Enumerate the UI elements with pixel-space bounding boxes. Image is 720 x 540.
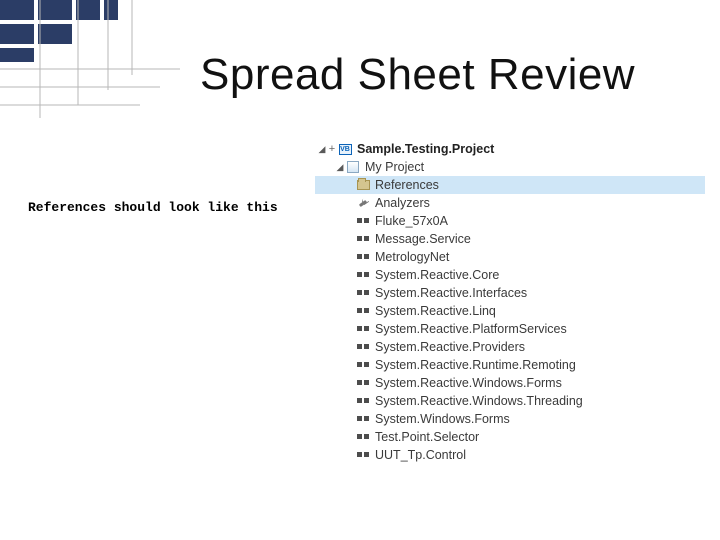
tree-reference-item[interactable]: System.Reactive.PlatformServices bbox=[315, 320, 705, 338]
reference-label: System.Reactive.Interfaces bbox=[375, 284, 527, 302]
reference-label: System.Reactive.Linq bbox=[375, 302, 496, 320]
tree-reference-item[interactable]: Test.Point.Selector bbox=[315, 428, 705, 446]
analyzers-icon bbox=[355, 197, 371, 209]
tree-project-root[interactable]: ◢ + VB Sample.Testing.Project bbox=[315, 140, 705, 158]
page-title: Spread Sheet Review bbox=[200, 50, 635, 100]
project-properties-icon bbox=[345, 161, 361, 173]
reference-label: System.Windows.Forms bbox=[375, 410, 510, 428]
reference-icon bbox=[355, 449, 371, 461]
tree-references[interactable]: References bbox=[315, 176, 705, 194]
reference-label: Test.Point.Selector bbox=[375, 428, 479, 446]
expand-arrow-icon: ◢ bbox=[317, 144, 327, 155]
myproject-label: My Project bbox=[365, 158, 424, 176]
reference-label: Message.Service bbox=[375, 230, 471, 248]
caption-text: References should look like this bbox=[28, 200, 278, 215]
reference-icon bbox=[355, 269, 371, 281]
reference-icon bbox=[355, 233, 371, 245]
tree-analyzers[interactable]: Analyzers bbox=[315, 194, 705, 212]
project-label: Sample.Testing.Project bbox=[357, 140, 494, 158]
plus-icon: + bbox=[327, 143, 337, 155]
references-folder-icon bbox=[355, 180, 371, 190]
solution-explorer-tree: ◢ + VB Sample.Testing.Project ◢ My Proje… bbox=[315, 140, 705, 464]
tree-myproject[interactable]: ◢ My Project bbox=[315, 158, 705, 176]
reference-icon bbox=[355, 359, 371, 371]
reference-label: UUT_Tp.Control bbox=[375, 446, 466, 464]
vb-project-icon: VB bbox=[337, 144, 353, 155]
reference-icon bbox=[355, 395, 371, 407]
reference-icon bbox=[355, 377, 371, 389]
reference-label: System.Reactive.PlatformServices bbox=[375, 320, 567, 338]
reference-icon bbox=[355, 431, 371, 443]
reference-icon bbox=[355, 413, 371, 425]
expand-arrow-icon: ◢ bbox=[335, 162, 345, 173]
tree-reference-item[interactable]: System.Reactive.Interfaces bbox=[315, 284, 705, 302]
reference-label: System.Reactive.Core bbox=[375, 266, 499, 284]
references-label: References bbox=[375, 176, 439, 194]
tree-reference-item[interactable]: System.Reactive.Windows.Threading bbox=[315, 392, 705, 410]
reference-icon bbox=[355, 341, 371, 353]
reference-icon bbox=[355, 305, 371, 317]
reference-label: System.Reactive.Runtime.Remoting bbox=[375, 356, 576, 374]
reference-label: Fluke_57x0A bbox=[375, 212, 448, 230]
analyzers-label: Analyzers bbox=[375, 194, 430, 212]
reference-icon bbox=[355, 251, 371, 263]
reference-icon bbox=[355, 323, 371, 335]
tree-reference-item[interactable]: System.Windows.Forms bbox=[315, 410, 705, 428]
tree-reference-item[interactable]: System.Reactive.Runtime.Remoting bbox=[315, 356, 705, 374]
reference-icon bbox=[355, 215, 371, 227]
tree-reference-item[interactable]: System.Reactive.Providers bbox=[315, 338, 705, 356]
tree-reference-item[interactable]: Message.Service bbox=[315, 230, 705, 248]
reference-label: System.Reactive.Windows.Threading bbox=[375, 392, 583, 410]
tree-reference-item[interactable]: System.Reactive.Linq bbox=[315, 302, 705, 320]
slide-corner-decoration bbox=[0, 0, 180, 120]
reference-label: MetrologyNet bbox=[375, 248, 449, 266]
tree-reference-item[interactable]: System.Reactive.Core bbox=[315, 266, 705, 284]
tree-reference-item[interactable]: Fluke_57x0A bbox=[315, 212, 705, 230]
reference-label: System.Reactive.Windows.Forms bbox=[375, 374, 562, 392]
tree-reference-item[interactable]: MetrologyNet bbox=[315, 248, 705, 266]
reference-icon bbox=[355, 287, 371, 299]
tree-reference-item[interactable]: System.Reactive.Windows.Forms bbox=[315, 374, 705, 392]
tree-reference-item[interactable]: UUT_Tp.Control bbox=[315, 446, 705, 464]
reference-label: System.Reactive.Providers bbox=[375, 338, 525, 356]
